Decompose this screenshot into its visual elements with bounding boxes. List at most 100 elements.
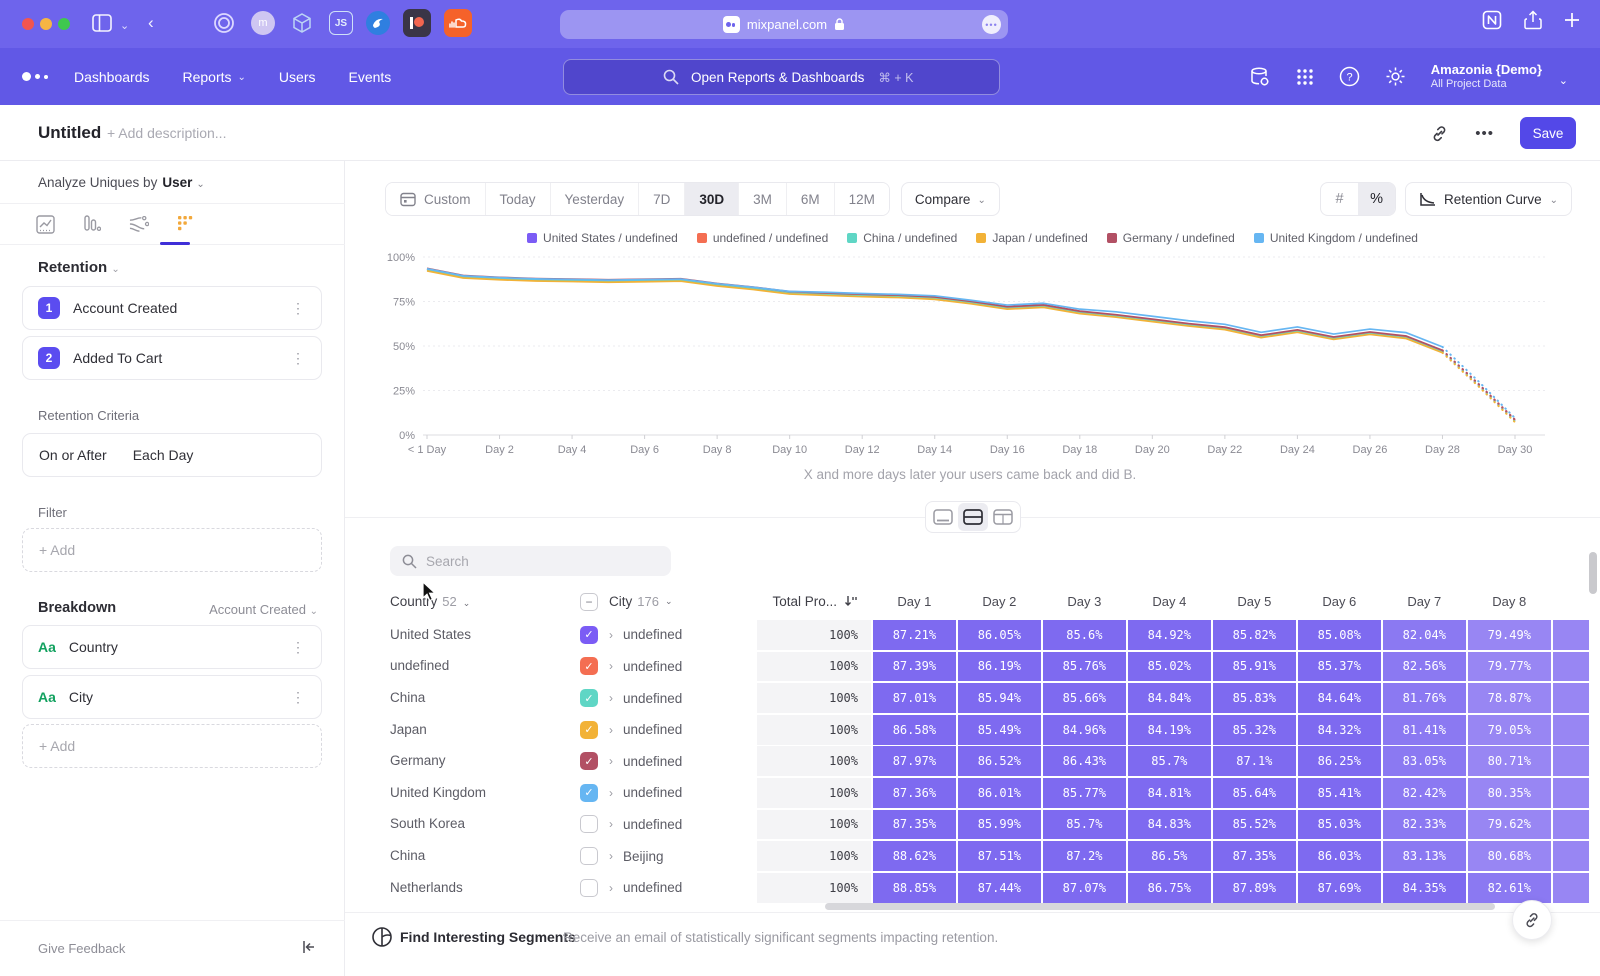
day-column-header[interactable]: Day 1 [873,594,956,609]
expand-row-icon[interactable]: › [609,691,613,705]
day-column-header[interactable]: Day 5 [1213,594,1296,609]
retention-value-cell[interactable]: 87.1% [1213,746,1296,776]
tab-insights[interactable] [35,214,55,234]
vertical-scrollbar[interactable] [1589,552,1597,594]
retention-value-cell[interactable]: 84.84% [1128,683,1211,713]
retention-value-cell[interactable]: 85.49% [958,715,1041,745]
step-card-account-created[interactable]: 1 Account Created ⋮ [22,286,322,330]
retention-value-cell[interactable]: 80.68% [1468,841,1551,871]
retention-value-cell[interactable]: 80.71% [1468,746,1551,776]
kebab-menu-icon[interactable]: ⋮ [291,350,305,367]
retention-value-cell[interactable]: 87.36% [873,778,956,808]
retention-value-cell[interactable]: 85.6% [1043,620,1126,650]
extension-js-icon[interactable]: JS [329,11,353,35]
extension-patreon-icon[interactable] [403,9,431,37]
retention-value-cell[interactable]: 85.99% [958,810,1041,840]
tab-flows[interactable] [129,214,149,234]
retention-value-cell[interactable]: 78.87% [1468,683,1551,713]
retention-value-cell[interactable]: 84.81% [1128,778,1211,808]
legend-item[interactable]: United Kingdom / undefined [1254,231,1418,245]
back-icon[interactable]: ‹ [148,13,154,33]
series-checkbox[interactable] [580,879,598,897]
retention-value-cell[interactable]: 86.01% [958,778,1041,808]
retention-value-cell[interactable]: 85.94% [958,683,1041,713]
save-button[interactable]: Save [1520,117,1576,149]
retention-value-cell[interactable]: 87.89% [1213,873,1296,903]
series-checkbox[interactable]: ✓ [580,721,598,739]
breakdown-card-city[interactable]: Aa City ⋮ [22,675,322,719]
page-settings-icon[interactable]: ••• [982,15,1001,34]
retention-value-cell[interactable]: 83.05% [1383,746,1466,776]
extension-bird-icon[interactable] [366,11,390,35]
retention-value-cell[interactable]: 84.64% [1298,683,1381,713]
retention-value-cell[interactable]: 85.82% [1213,620,1296,650]
retention-value-cell[interactable]: 85.76% [1043,652,1126,682]
expand-row-icon[interactable]: › [609,786,613,800]
retention-value-cell[interactable]: 85.7% [1043,810,1126,840]
retention-value-cell[interactable]: 86.03% [1298,841,1381,871]
day-column-header[interactable]: Day 8 [1468,594,1551,609]
expand-row-icon[interactable]: › [609,723,613,737]
criteria-on-or-after[interactable]: On or After [39,447,107,463]
more-options-button[interactable]: ••• [1475,125,1494,142]
settings-gear-icon[interactable] [1385,66,1406,87]
notion-extension-icon[interactable] [1482,10,1502,30]
retention-value-cell[interactable]: 84.92% [1128,620,1211,650]
find-interesting-segments-link[interactable]: Find Interesting Segments [400,929,576,945]
nav-reports[interactable]: Reports⌄ [183,69,246,85]
new-tab-icon[interactable] [1564,12,1580,28]
retention-value-cell[interactable]: 86.05% [958,620,1041,650]
select-all-checkbox[interactable]: − [580,593,598,611]
retention-value-cell[interactable]: 85.37% [1298,652,1381,682]
retention-value-cell[interactable]: 86.25% [1298,746,1381,776]
nav-users[interactable]: Users [279,69,316,85]
compare-button[interactable]: Compare⌄ [901,182,1000,216]
horizontal-scrollbar[interactable] [825,903,1495,910]
close-window-button[interactable] [22,18,34,30]
retention-value-cell[interactable]: 85.03% [1298,810,1381,840]
city-column-header[interactable]: − City176⌄ [580,593,757,611]
series-checkbox[interactable]: ✓ [580,657,598,675]
table-search-input[interactable]: Search [390,546,671,576]
retention-value-cell[interactable]: 86.52% [958,746,1041,776]
day-column-header[interactable]: Day 7 [1383,594,1466,609]
range-6m[interactable]: 6M [787,183,835,215]
range-yesterday[interactable]: Yesterday [551,183,640,215]
mixpanel-logo[interactable] [22,72,48,81]
retention-value-cell[interactable]: 87.69% [1298,873,1381,903]
retention-value-cell[interactable]: 84.83% [1128,810,1211,840]
tab-retention[interactable] [176,214,196,234]
retention-value-cell[interactable]: 87.39% [873,652,956,682]
nav-dashboards[interactable]: Dashboards [74,69,150,85]
collapse-sidebar-icon[interactable] [301,939,317,955]
criteria-each-day[interactable]: Each Day [133,447,194,463]
retention-value-cell[interactable]: 86.43% [1043,746,1126,776]
series-checkbox[interactable]: ✓ [580,626,598,644]
add-breakdown-button[interactable]: + Add [22,724,322,768]
expand-row-icon[interactable]: › [609,849,613,863]
retention-value-cell[interactable]: 84.35% [1383,873,1466,903]
expand-row-icon[interactable]: › [609,659,613,673]
absolute-numbers-toggle[interactable]: # [1321,183,1358,215]
tab-overview-chevron-icon[interactable]: ⌄ [120,19,129,32]
retention-value-cell[interactable]: 79.05% [1468,715,1551,745]
day-column-header[interactable]: Day 3 [1043,594,1126,609]
retention-value-cell[interactable]: 85.52% [1213,810,1296,840]
analyze-uniques-by[interactable]: Analyze Uniques byUser⌄ [38,175,205,190]
help-icon[interactable]: ? [1339,66,1360,87]
series-checkbox[interactable]: ✓ [580,784,598,802]
retention-value-cell[interactable]: 81.76% [1383,683,1466,713]
retention-value-cell[interactable]: 85.77% [1043,778,1126,808]
retention-value-cell[interactable]: 85.41% [1298,778,1381,808]
kebab-menu-icon[interactable]: ⋮ [291,639,305,656]
retention-value-cell[interactable]: 87.07% [1043,873,1126,903]
retention-value-cell[interactable]: 84.19% [1128,715,1211,745]
range-custom[interactable]: Custom [386,183,486,215]
apps-grid-icon[interactable] [1296,68,1314,86]
retention-value-cell[interactable]: 81.41% [1383,715,1466,745]
range-today[interactable]: Today [486,183,551,215]
maximize-window-button[interactable] [58,18,70,30]
series-checkbox[interactable]: ✓ [580,752,598,770]
kebab-menu-icon[interactable]: ⋮ [291,300,305,317]
series-checkbox[interactable]: ✓ [580,689,598,707]
